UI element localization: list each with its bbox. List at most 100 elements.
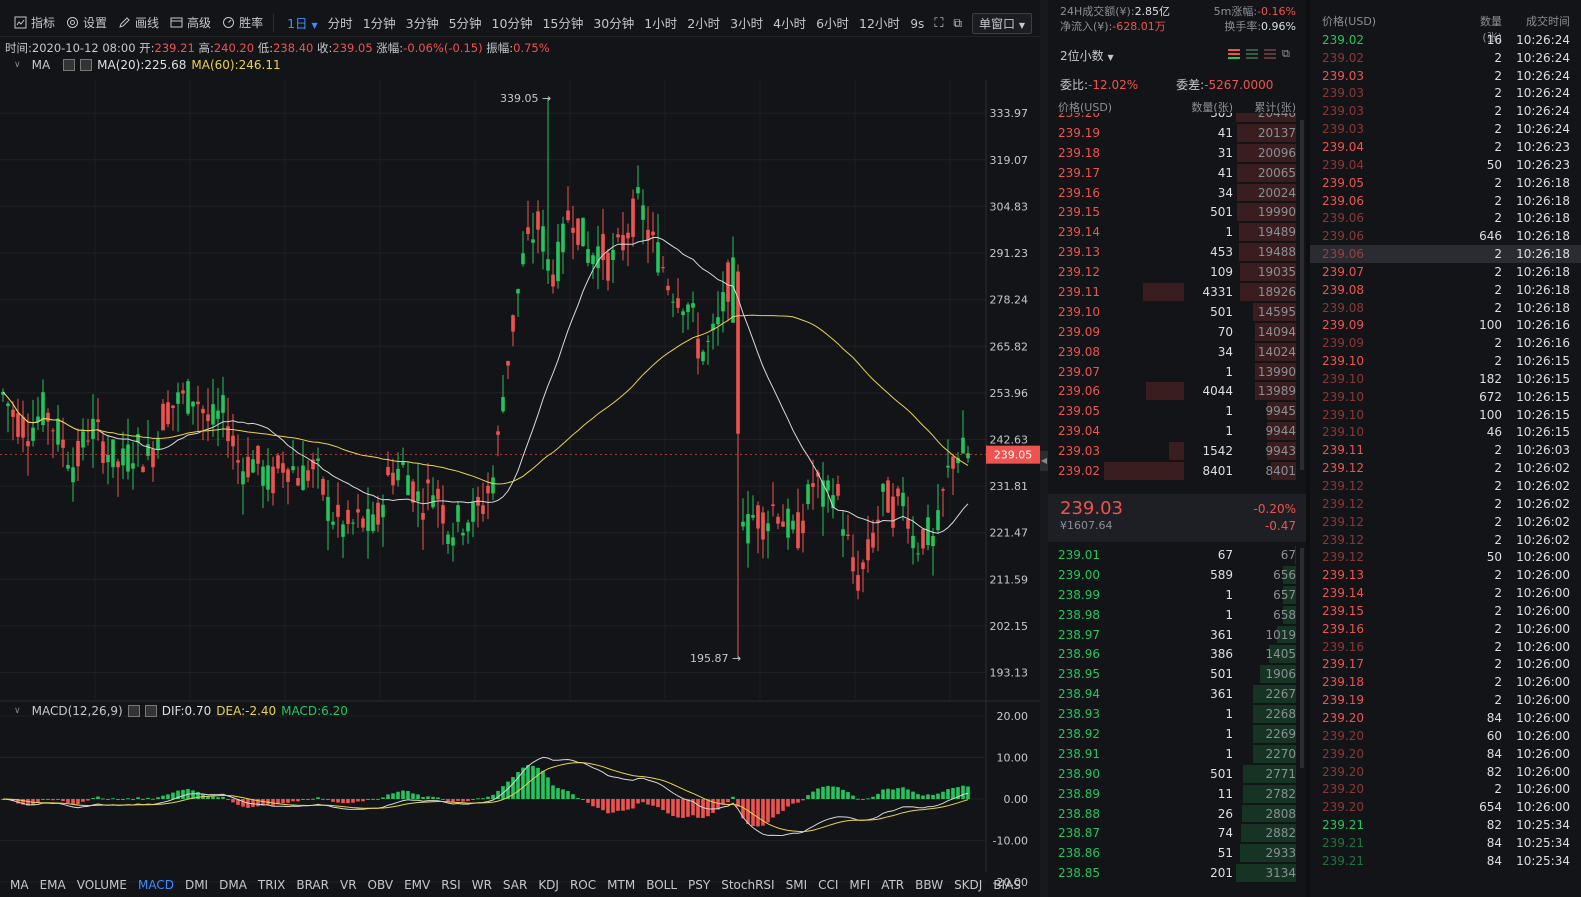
bid-row[interactable]: 238.91 1 2270 bbox=[1048, 744, 1306, 764]
collapse-chevron-icon[interactable]: ∨ bbox=[14, 706, 21, 716]
period-12[interactable]: 12小时 bbox=[854, 13, 905, 32]
indicator-tab-sar[interactable]: SAR bbox=[498, 878, 533, 892]
period-7[interactable]: 1小时 bbox=[639, 13, 682, 32]
kline-chart[interactable]: 333.97 319.07 304.83 291.23 278.24 265.82 253.… bbox=[0, 0, 1040, 897]
indicator-tab-dma[interactable]: DMA bbox=[214, 878, 253, 892]
indicator-tab-smi[interactable]: SMI bbox=[781, 878, 814, 892]
ask-row[interactable]: 239.10 501 14595 bbox=[1048, 302, 1306, 322]
bid-row[interactable]: 238.96 386 1405 bbox=[1048, 644, 1306, 664]
macd-settings-icon[interactable] bbox=[127, 705, 140, 717]
indicator-tab-obv[interactable]: OBV bbox=[363, 878, 400, 892]
draw-line-button[interactable]: 画线 bbox=[118, 14, 159, 31]
indicator-tab-macd[interactable]: MACD bbox=[133, 878, 180, 892]
bid-row[interactable]: 239.00 589 656 bbox=[1048, 565, 1306, 585]
indicator-button[interactable]: 指标 bbox=[14, 14, 55, 31]
bid-row[interactable]: 238.97 361 1019 bbox=[1048, 625, 1306, 645]
indicator-tab-kdj[interactable]: KDJ bbox=[533, 878, 565, 892]
book-popout-icon[interactable]: ⧉ bbox=[1282, 48, 1294, 60]
ask-scrollbar[interactable] bbox=[1300, 120, 1304, 470]
ask-row[interactable]: 239.17 41 20065 bbox=[1048, 163, 1306, 183]
indicator-tab-ema[interactable]: EMA bbox=[35, 878, 72, 892]
bid-row[interactable]: 238.92 1 2269 bbox=[1048, 724, 1306, 744]
indicator-tab-ma[interactable]: MA bbox=[5, 878, 35, 892]
indicator-tab-mfi[interactable]: MFI bbox=[844, 878, 876, 892]
period-5[interactable]: 15分钟 bbox=[537, 13, 588, 32]
indicator-tab-wr[interactable]: WR bbox=[467, 878, 498, 892]
period-6[interactable]: 30分钟 bbox=[588, 13, 639, 32]
indicator-tab-mtm[interactable]: MTM bbox=[602, 878, 641, 892]
settings-button[interactable]: 设置 bbox=[66, 14, 107, 31]
collapse-arrow-icon[interactable]: ◀ bbox=[1040, 451, 1048, 471]
fullscreen-icon[interactable]: ⛶ bbox=[934, 16, 943, 31]
ask-row[interactable]: 239.14 1 19489 bbox=[1048, 222, 1306, 242]
ask-row[interactable]: 239.09 70 14094 bbox=[1048, 322, 1306, 342]
bid-row[interactable]: 238.95 501 1906 bbox=[1048, 664, 1306, 684]
indicator-tab-roc[interactable]: ROC bbox=[565, 878, 602, 892]
indicator-tab-emv[interactable]: EMV bbox=[399, 878, 436, 892]
indicator-tab-stochrsi[interactable]: StochRSI bbox=[716, 878, 780, 892]
indicator-tab-atr[interactable]: ATR bbox=[876, 878, 910, 892]
period-9[interactable]: 3小时 bbox=[725, 13, 768, 32]
ask-row[interactable]: 239.2030320446 bbox=[1048, 113, 1306, 123]
indicator-tab-psy[interactable]: PSY bbox=[683, 878, 716, 892]
ask-row[interactable]: 239.13 453 19488 bbox=[1048, 242, 1306, 262]
indicator-tab-brar[interactable]: BRAR bbox=[291, 878, 335, 892]
ask-row[interactable]: 239.11 4331 18926 bbox=[1048, 282, 1306, 302]
period-0[interactable]: 分时 bbox=[323, 13, 358, 32]
ask-row[interactable]: 239.05 1 9945 bbox=[1048, 401, 1306, 421]
book-both-icon[interactable] bbox=[1228, 48, 1240, 60]
bid-row[interactable]: 238.99 1 657 bbox=[1048, 585, 1306, 605]
book-asks-icon[interactable] bbox=[1264, 48, 1276, 60]
decimals-dropdown[interactable]: 2位小数 ▼ bbox=[1060, 47, 1114, 64]
ask-row[interactable]: 239.18 31 20096 bbox=[1048, 143, 1306, 163]
window-mode-dropdown[interactable]: 单窗口 ▼ bbox=[972, 13, 1032, 34]
ask-row[interactable]: 239.02 8401 8401 bbox=[1048, 461, 1306, 481]
ask-row[interactable]: 239.06 4044 13989 bbox=[1048, 381, 1306, 401]
period-8[interactable]: 2小时 bbox=[682, 13, 725, 32]
bid-row[interactable]: 238.87 74 2882 bbox=[1048, 823, 1306, 843]
bid-row[interactable]: 238.94 361 2267 bbox=[1048, 684, 1306, 704]
indicator-tab-bbw[interactable]: BBW bbox=[910, 878, 949, 892]
bid-row[interactable]: 238.89 11 2782 bbox=[1048, 784, 1306, 804]
period-3[interactable]: 5分钟 bbox=[444, 13, 487, 32]
period-2[interactable]: 3分钟 bbox=[401, 13, 444, 32]
bid-row[interactable]: 238.86 51 2933 bbox=[1048, 843, 1306, 863]
ask-row[interactable]: 239.04 1 9944 bbox=[1048, 421, 1306, 441]
indicator-tab-rsi[interactable]: RSI bbox=[436, 878, 467, 892]
indicator-tab-trix[interactable]: TRIX bbox=[253, 878, 291, 892]
ma-settings-icon[interactable] bbox=[63, 59, 76, 71]
period-1[interactable]: 1分钟 bbox=[358, 13, 401, 32]
period-11[interactable]: 6小时 bbox=[811, 13, 854, 32]
period-10[interactable]: 4小时 bbox=[768, 13, 811, 32]
bid-scrollbar[interactable] bbox=[1300, 548, 1304, 768]
indicator-tab-volume[interactable]: VOLUME bbox=[72, 878, 133, 892]
ask-row[interactable]: 239.15 501 19990 bbox=[1048, 202, 1306, 222]
bid-row[interactable]: 238.88 26 2808 bbox=[1048, 804, 1306, 824]
bid-row[interactable]: 238.93 1 2268 bbox=[1048, 704, 1306, 724]
indicator-tab-boll[interactable]: BOLL bbox=[641, 878, 683, 892]
ask-row[interactable]: 239.12 109 19035 bbox=[1048, 262, 1306, 282]
popout-icon[interactable]: ⧉ bbox=[953, 16, 962, 31]
bid-row[interactable]: 239.01 67 67 bbox=[1048, 545, 1306, 565]
refresh-interval[interactable]: 9s bbox=[910, 17, 924, 31]
bid-row[interactable]: 238.85 201 3134 bbox=[1048, 863, 1306, 883]
panel-divider[interactable] bbox=[1040, 0, 1048, 897]
winrate-button[interactable]: 胜率 bbox=[222, 14, 263, 31]
ask-row[interactable]: 239.07 1 13990 bbox=[1048, 362, 1306, 382]
indicator-tab-bias[interactable]: BIAS bbox=[988, 878, 1027, 892]
period-4[interactable]: 10分钟 bbox=[487, 13, 538, 32]
advanced-button[interactable]: 高级 bbox=[170, 14, 211, 31]
period-1d-dropdown[interactable]: 1日 ▼ bbox=[282, 13, 323, 32]
indicator-tab-dmi[interactable]: DMI bbox=[180, 878, 214, 892]
ma-close-icon[interactable] bbox=[80, 59, 93, 71]
indicator-tab-cci[interactable]: CCI bbox=[813, 878, 844, 892]
indicator-tab-skdj[interactable]: SKDJ bbox=[949, 878, 988, 892]
indicator-tab-vr[interactable]: VR bbox=[335, 878, 363, 892]
book-bids-icon[interactable] bbox=[1246, 48, 1258, 60]
ask-row[interactable]: 239.19 41 20137 bbox=[1048, 123, 1306, 143]
bid-row[interactable]: 238.98 1 658 bbox=[1048, 605, 1306, 625]
macd-close-icon[interactable] bbox=[144, 705, 157, 717]
ask-row[interactable]: 239.16 34 20024 bbox=[1048, 183, 1306, 203]
ask-row[interactable]: 239.03 1542 9943 bbox=[1048, 441, 1306, 461]
chart-area[interactable]: 333.97 319.07 304.83 291.23 278.24 265.82 253.… bbox=[0, 0, 1046, 897]
